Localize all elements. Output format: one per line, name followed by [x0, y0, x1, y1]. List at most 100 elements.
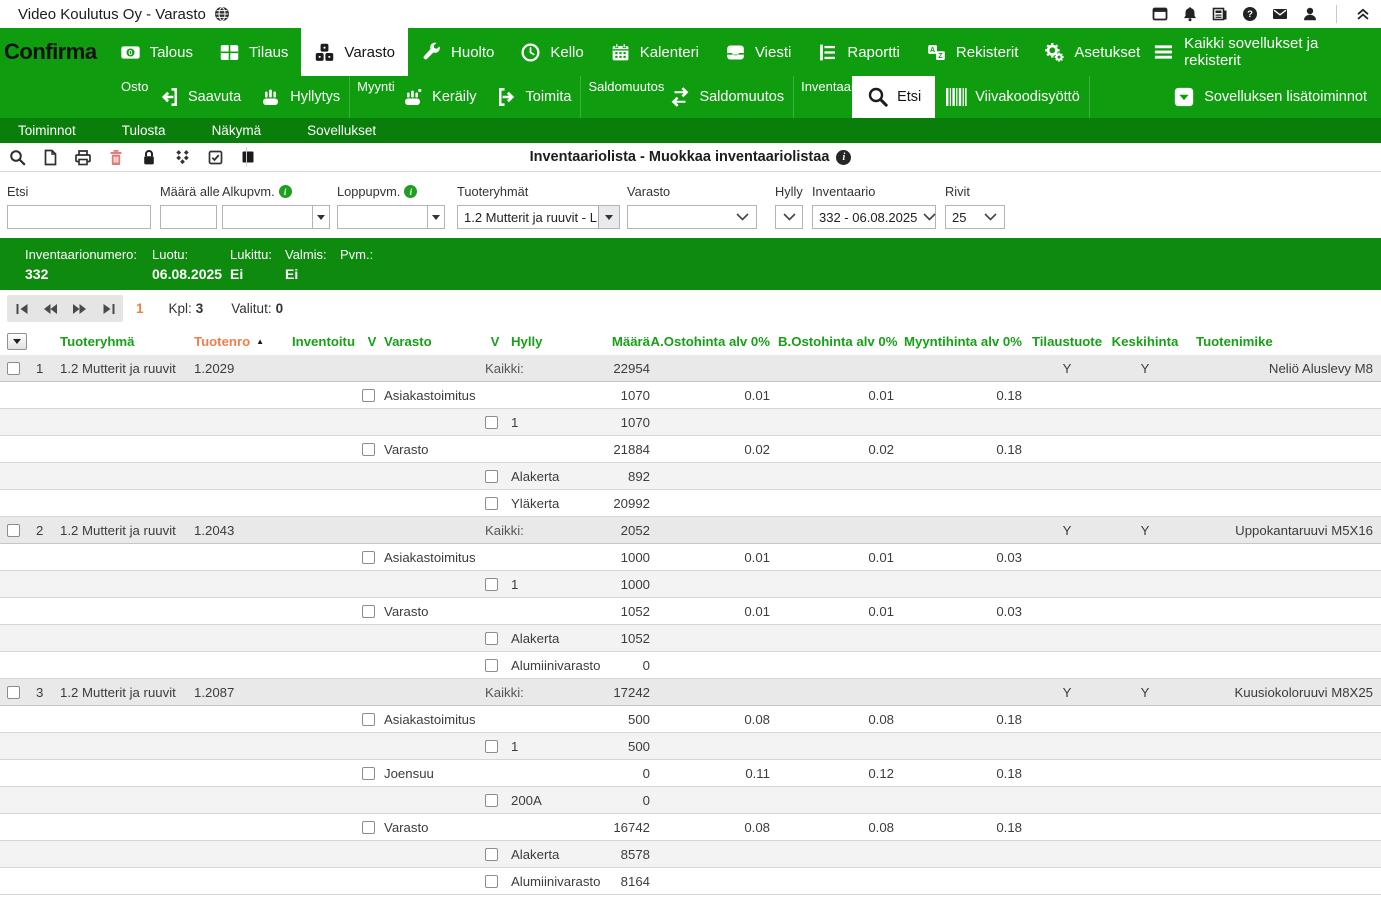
shelf-checkbox[interactable]	[485, 875, 498, 888]
product-group-dropdown-button[interactable]	[598, 206, 619, 228]
row-select-checkbox[interactable]	[7, 686, 20, 699]
warehouse-checkbox[interactable]	[362, 713, 375, 726]
nav-item-huolto[interactable]: Huolto	[408, 28, 507, 76]
nav-item-varasto[interactable]: Varasto	[301, 28, 408, 76]
info-icon[interactable]: i	[404, 185, 417, 198]
warehouse-checkbox[interactable]	[362, 443, 375, 456]
header-v-varasto[interactable]: V	[362, 334, 382, 349]
subnav-item-saavuta[interactable]: Saavuta	[148, 76, 250, 118]
subnav-label: Saldomuutos	[699, 89, 784, 105]
warehouse-checkbox[interactable]	[362, 605, 375, 618]
swap-icon	[668, 85, 692, 109]
header-varasto[interactable]: Varasto	[382, 334, 485, 349]
nav-label: Viesti	[755, 44, 791, 61]
subnav-item-toimita[interactable]: Toimita	[486, 76, 581, 118]
info-icon[interactable]: i	[836, 150, 851, 165]
all-apps-button[interactable]: Kaikki sovellukset ja rekisterit	[1153, 28, 1381, 76]
menu-tulosta[interactable]: Tulosta	[122, 123, 166, 138]
start-date-input[interactable]	[223, 206, 312, 228]
globe-icon[interactable]	[214, 6, 230, 22]
search-icon	[866, 85, 890, 109]
filter-label: Loppupvm.	[337, 184, 400, 199]
header-tuotenro[interactable]: Tuotenro▲	[194, 334, 292, 349]
prev-page-button[interactable]	[39, 297, 63, 321]
header-inventoitu[interactable]: Inventoitu	[292, 334, 362, 349]
warehouse-checkbox[interactable]	[362, 389, 375, 402]
mail-icon[interactable]	[1272, 6, 1288, 22]
shelf-select[interactable]	[775, 205, 803, 229]
app-logo[interactable]: Confirma	[0, 28, 107, 76]
inventory-select[interactable]: 332 - 06.08.2025	[812, 205, 936, 229]
first-page-button[interactable]	[10, 297, 34, 321]
shelf-checkbox[interactable]	[485, 740, 498, 753]
select-all-dropdown[interactable]	[7, 333, 27, 350]
next-page-button[interactable]	[68, 297, 92, 321]
menu-sovellukset[interactable]: Sovellukset	[307, 123, 376, 138]
info-icon[interactable]: i	[279, 185, 292, 198]
warehouse-checkbox[interactable]	[362, 821, 375, 834]
row-select-checkbox[interactable]	[7, 524, 20, 537]
nav-item-tilaus[interactable]: Tilaus	[206, 28, 301, 76]
subnav-item-keraily[interactable]: Keräily	[392, 76, 485, 118]
nav-item-talous[interactable]: 0 Talous	[107, 28, 206, 76]
nav-item-asetukset[interactable]: Asetukset	[1031, 28, 1153, 76]
header-tuotenimike[interactable]: Tuotenimike	[1182, 334, 1381, 349]
shelf-name: Alakerta	[505, 631, 605, 646]
group-label: Saldomuutos	[588, 79, 664, 94]
nav-item-rekisterit[interactable]: A Z Rekisterit	[913, 28, 1032, 76]
header-tuoteryhma[interactable]: Tuoteryhmä	[54, 334, 194, 349]
news-icon[interactable]	[1212, 6, 1228, 22]
last-page-button[interactable]	[97, 297, 121, 321]
row-select-checkbox-cell	[0, 524, 30, 537]
quantity-under-input[interactable]	[161, 206, 216, 228]
shelf-checkbox[interactable]	[485, 578, 498, 591]
app-more-actions-button[interactable]: Sovelluksen lisätoiminnot	[1173, 76, 1381, 118]
help-icon[interactable]: ?	[1242, 6, 1258, 22]
nav-item-raportti[interactable]: Raportti	[804, 28, 913, 76]
current-page[interactable]: 1	[136, 301, 144, 316]
warehouse-select[interactable]	[627, 205, 757, 229]
subnav-item-viivakoodisyotto[interactable]: Viivakoodisyöttö	[935, 76, 1089, 118]
search-input[interactable]	[8, 206, 150, 228]
subnav-group-inventaario: Inventaario Etsi Viivakoodisyöttö	[794, 76, 1090, 118]
product-group-select[interactable]: 1.2 Mutterit ja ruuvit - LK	[457, 205, 620, 229]
shelf-checkbox[interactable]	[485, 497, 498, 510]
shelf-checkbox[interactable]	[485, 794, 498, 807]
collapse-icon[interactable]	[1355, 6, 1371, 22]
first-page-icon	[15, 303, 29, 315]
nav-item-kello[interactable]: Kello	[507, 28, 596, 76]
start-date-dropdown-button[interactable]	[312, 206, 329, 228]
header-a-ostohinta[interactable]: A.Ostohinta alv 0%	[650, 334, 778, 349]
header-b-ostohinta[interactable]: B.Ostohinta alv 0%	[778, 334, 902, 349]
nav-item-kalenteri[interactable]: Kalenteri	[597, 28, 712, 76]
header-keskihinta[interactable]: Keskihinta	[1108, 334, 1182, 349]
nav-item-viesti[interactable]: Viesti	[712, 28, 804, 76]
select-all-control[interactable]	[0, 333, 30, 350]
shelf-checkbox[interactable]	[485, 416, 498, 429]
header-maara[interactable]: Määrä	[605, 334, 650, 349]
header-v-hylly[interactable]: V	[485, 334, 505, 349]
header-hylly[interactable]: Hylly	[505, 334, 605, 349]
more-actions-label: Sovelluksen lisätoiminnot	[1204, 89, 1367, 105]
shelf-checkbox[interactable]	[485, 632, 498, 645]
shelf-checkbox[interactable]	[485, 470, 498, 483]
subnav-item-saldomuutos[interactable]: Saldomuutos	[659, 76, 793, 118]
rows-per-page-select[interactable]: 25	[945, 205, 1005, 229]
window-icon[interactable]	[1152, 6, 1168, 22]
row-select-checkbox[interactable]	[7, 362, 20, 375]
end-date-input[interactable]	[338, 206, 427, 228]
header-tilaustuote[interactable]: Tilaustuote	[1026, 334, 1108, 349]
menu-nakyma[interactable]: Näkymä	[212, 123, 262, 138]
shelf-checkbox[interactable]	[485, 848, 498, 861]
account-icon[interactable]	[1302, 6, 1318, 22]
end-date-dropdown-button[interactable]	[427, 206, 444, 228]
menu-toiminnot[interactable]: Toiminnot	[18, 123, 76, 138]
notifications-icon[interactable]	[1182, 6, 1198, 22]
shelf-checkbox[interactable]	[485, 659, 498, 672]
warehouse-checkbox[interactable]	[362, 551, 375, 564]
header-myyntihinta[interactable]: Myyntihinta alv 0%	[902, 334, 1026, 349]
subnav-item-hyllytys[interactable]: Hyllytys	[250, 76, 349, 118]
warehouse-checkbox[interactable]	[362, 767, 375, 780]
count-indicator: Kpl:3	[169, 301, 204, 316]
titlebar-icons: ?	[1152, 5, 1371, 23]
